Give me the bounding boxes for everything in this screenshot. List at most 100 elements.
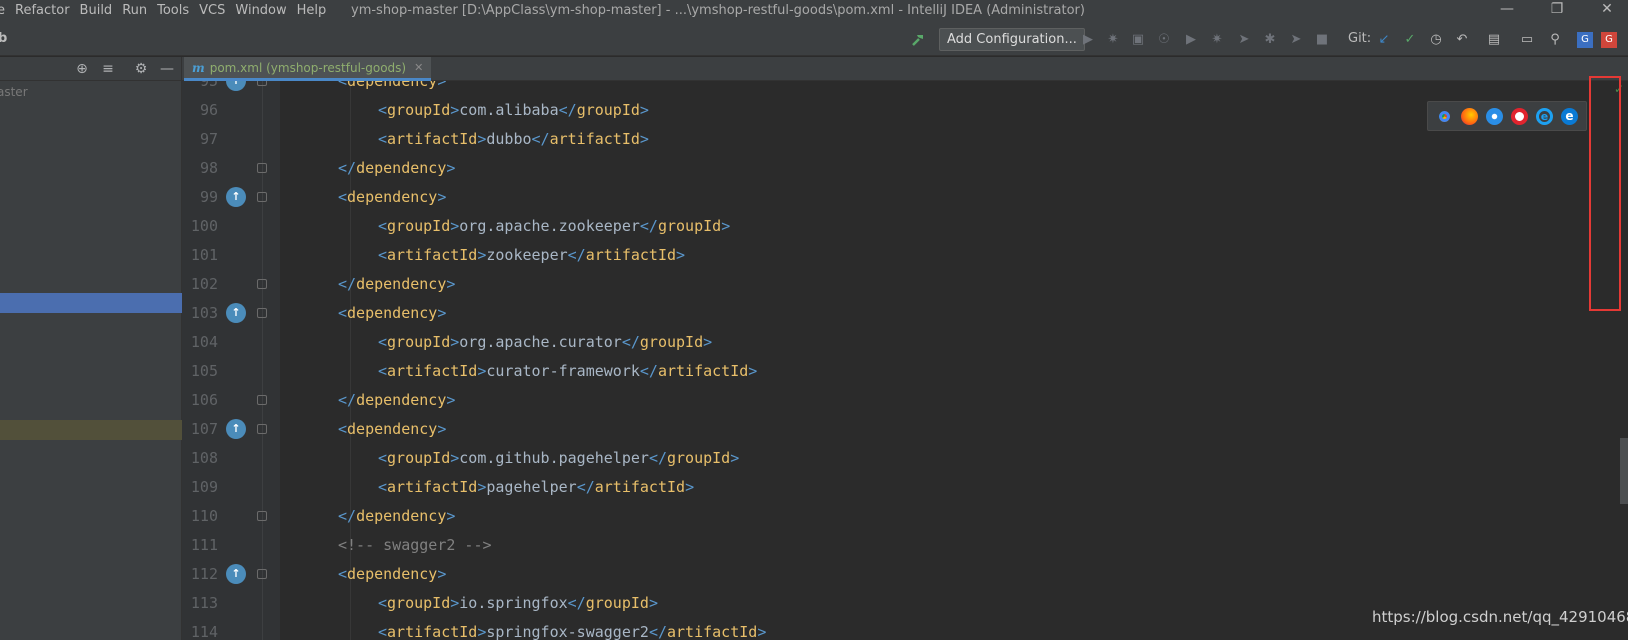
run-icon[interactable]: ▶ xyxy=(1080,32,1096,48)
git-rollback-icon[interactable]: ↶ xyxy=(1454,32,1470,48)
tag-bracket: > xyxy=(446,507,456,525)
menu-item-refactor[interactable]: Refactor xyxy=(15,3,70,18)
xml-tag-name: artifactId xyxy=(387,623,478,640)
hide-panel-icon[interactable]: — xyxy=(159,61,175,77)
firefox-icon[interactable] xyxy=(1461,107,1478,125)
tag-bracket: > xyxy=(450,333,460,351)
code-line[interactable]: <dependency> xyxy=(338,299,446,328)
opera-icon[interactable] xyxy=(1511,107,1528,125)
code-line[interactable]: <dependency> xyxy=(338,81,446,96)
code-line[interactable]: <dependency> xyxy=(338,415,446,444)
gear-icon[interactable]: ⚙ xyxy=(133,61,149,77)
close-tab-icon[interactable]: ✕ xyxy=(414,61,423,74)
menu-item-window[interactable]: Window xyxy=(235,3,286,18)
code-line[interactable]: <dependency> xyxy=(338,560,446,589)
add-configuration-button[interactable]: Add Configuration... xyxy=(939,28,1085,51)
project-structure-icon[interactable]: ▤ xyxy=(1486,32,1502,48)
menu-item-help[interactable]: Help xyxy=(297,3,327,18)
line-number: 103 xyxy=(190,304,218,322)
code-line[interactable]: </dependency> xyxy=(338,386,455,415)
translate-alt-icon[interactable]: G xyxy=(1601,32,1617,48)
code-line[interactable]: <!-- swagger2 --> xyxy=(338,531,492,560)
line-number: 106 xyxy=(190,391,218,409)
search-icon[interactable]: ⚲ xyxy=(1547,32,1563,48)
project-tree-item[interactable]: aster xyxy=(0,85,28,99)
code-line[interactable]: </dependency> xyxy=(338,154,455,183)
title-bar: e Refactor Build Run Tools VCS Window He… xyxy=(0,0,1628,24)
ie-icon[interactable]: e xyxy=(1536,107,1553,125)
build-hammer-icon[interactable] xyxy=(910,32,926,48)
highlighted-tree-item[interactable] xyxy=(0,420,182,440)
menu-item-edit[interactable]: e xyxy=(0,3,5,18)
maven-dependency-gutter-icon[interactable]: ↑ xyxy=(226,187,246,207)
menu-item-run[interactable]: Run xyxy=(122,3,147,18)
minimize-icon[interactable]: — xyxy=(1497,1,1517,17)
stop-icon[interactable]: ■ xyxy=(1314,32,1330,48)
code-line[interactable]: </dependency> xyxy=(338,502,455,531)
code-line[interactable]: <artifactId>curator-framework</artifactI… xyxy=(378,357,757,386)
debug-icon[interactable]: ✷ xyxy=(1105,32,1121,48)
menu-item-vcs[interactable]: VCS xyxy=(199,3,225,18)
selected-tree-item[interactable] xyxy=(0,293,182,313)
git-commit-icon[interactable]: ✓ xyxy=(1402,32,1418,48)
fold-marker-icon[interactable] xyxy=(257,395,267,405)
xml-tag-name: dependency xyxy=(347,304,438,322)
fold-marker-icon[interactable] xyxy=(257,81,267,86)
maven-dependency-gutter-icon[interactable]: ↑ xyxy=(226,564,246,584)
maven-dependency-gutter-icon[interactable]: ↑ xyxy=(226,81,246,91)
profile-icon[interactable]: ☉ xyxy=(1156,32,1172,48)
tag-bracket: > xyxy=(730,449,740,467)
attach-debugger-icon[interactable]: ✷ xyxy=(1209,32,1225,48)
maven-dependency-gutter-icon[interactable]: ↑ xyxy=(226,419,246,439)
translate-icon[interactable]: G xyxy=(1577,32,1593,48)
fold-marker-icon[interactable] xyxy=(257,569,267,579)
deploy-alt-icon[interactable]: ➤ xyxy=(1288,32,1304,48)
run-alt-icon[interactable]: ▶ xyxy=(1183,32,1199,48)
deploy-icon[interactable]: ➤ xyxy=(1236,32,1252,48)
vertical-scrollbar-thumb[interactable] xyxy=(1620,438,1628,504)
tag-bracket: </ xyxy=(648,449,667,467)
collapse-all-icon[interactable]: ≡ xyxy=(100,61,116,77)
restore-icon[interactable]: ❐ xyxy=(1547,1,1567,17)
tag-bracket: </ xyxy=(338,275,357,293)
code-line[interactable]: <artifactId>dubbo</artifactId> xyxy=(378,125,649,154)
code-line[interactable]: <groupId>com.github.pagehelper</groupId> xyxy=(378,444,739,473)
menu-item-build[interactable]: Build xyxy=(80,3,113,18)
code-line[interactable]: <artifactId>pagehelper</artifactId> xyxy=(378,473,694,502)
fold-marker-icon[interactable] xyxy=(257,511,267,521)
git-history-icon[interactable]: ◷ xyxy=(1428,32,1444,48)
git-update-icon[interactable]: ↙ xyxy=(1376,32,1392,48)
menu-item-tools[interactable]: Tools xyxy=(157,3,189,18)
close-icon[interactable]: ✕ xyxy=(1597,1,1617,17)
settings-run-icon[interactable]: ✱ xyxy=(1262,32,1278,48)
chrome-icon[interactable] xyxy=(1436,107,1453,125)
code-line[interactable]: </dependency> xyxy=(338,270,455,299)
tag-bracket: </ xyxy=(338,507,357,525)
fold-marker-icon[interactable] xyxy=(257,192,267,202)
line-number: 101 xyxy=(190,246,218,264)
code-line[interactable]: <groupId>io.springfox</groupId> xyxy=(378,589,658,618)
fold-marker-icon[interactable] xyxy=(257,163,267,173)
safari-icon[interactable] xyxy=(1486,107,1503,125)
code-line[interactable]: <groupId>org.apache.zookeeper</groupId> xyxy=(378,212,730,241)
code-line[interactable]: <artifactId>zookeeper</artifactId> xyxy=(378,241,685,270)
maven-dependency-gutter-icon[interactable]: ↑ xyxy=(226,303,246,323)
locate-icon[interactable]: ⊕ xyxy=(74,61,90,77)
tag-bracket: > xyxy=(437,188,447,206)
code-line[interactable]: <groupId>com.alibaba</groupId> xyxy=(378,96,649,125)
fold-marker-icon[interactable] xyxy=(257,424,267,434)
coverage-icon[interactable]: ▣ xyxy=(1130,32,1146,48)
edge-icon[interactable]: e xyxy=(1561,107,1578,125)
xml-tag-name: groupId xyxy=(639,333,704,351)
tab-pom-xml[interactable]: m pom.xml (ymshop-restful-goods) ✕ xyxy=(184,57,432,81)
terminal-icon[interactable]: ▭ xyxy=(1519,32,1535,48)
code-line[interactable]: <artifactId>springfox-swagger2</artifact… xyxy=(378,618,766,640)
code-line[interactable]: <groupId>org.apache.curator</groupId> xyxy=(378,328,712,357)
code-editor[interactable]: <dependency> <groupId>com.alibaba</groupI… xyxy=(280,81,1628,640)
tag-bracket: < xyxy=(378,333,388,351)
menu-bar: e Refactor Build Run Tools VCS Window He… xyxy=(0,3,336,18)
code-line[interactable]: <dependency> xyxy=(338,183,446,212)
tag-bracket: < xyxy=(378,449,388,467)
fold-marker-icon[interactable] xyxy=(257,279,267,289)
fold-marker-icon[interactable] xyxy=(257,308,267,318)
